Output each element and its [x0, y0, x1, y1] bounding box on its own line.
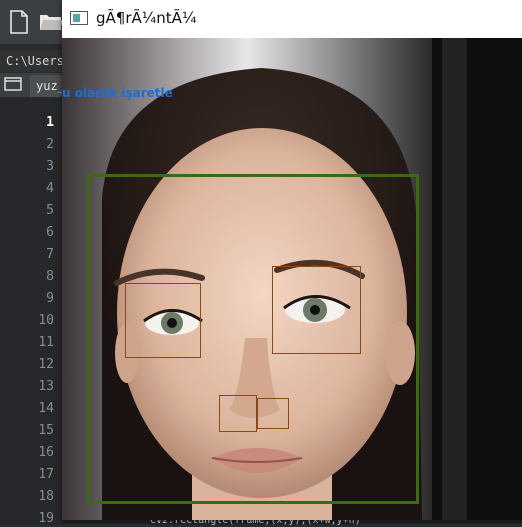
line-number: 9 — [46, 291, 54, 306]
window-app-icon — [70, 11, 88, 25]
line-number: 3 — [46, 159, 54, 174]
line-number: 16 — [38, 445, 54, 460]
folder-icon[interactable] — [4, 76, 24, 94]
line-number: 2 — [46, 137, 54, 152]
line-number: 14 — [38, 401, 54, 416]
window-title: gÃ¶rÃ¼ntÃ¼ — [96, 9, 197, 27]
line-number: 13 — [38, 379, 54, 394]
line-number: 7 — [46, 247, 54, 262]
right-nostril-box — [257, 398, 289, 429]
line-number-gutter: 1 2 3 4 5 6 7 8 9 10 11 12 13 14 15 16 1… — [0, 98, 62, 526]
line-number: 5 — [46, 203, 54, 218]
left-nostril-box — [219, 395, 257, 432]
image-window[interactable]: gÃ¶rÃ¼ntÃ¼ u olarak işaretle — [62, 0, 522, 520]
line-number: 12 — [38, 357, 54, 372]
open-folder-icon[interactable] — [38, 8, 64, 36]
line-number: 10 — [38, 313, 54, 328]
left-eye-box — [125, 283, 201, 358]
overlay-label: u olarak işaretle — [62, 86, 173, 100]
line-number: 11 — [38, 335, 54, 350]
line-number: 4 — [46, 181, 54, 196]
line-number: 15 — [38, 423, 54, 438]
window-titlebar[interactable]: gÃ¶rÃ¼ntÃ¼ — [62, 0, 522, 38]
line-number: 18 — [38, 489, 54, 504]
line-number: 17 — [38, 467, 54, 482]
line-number: 8 — [46, 269, 54, 284]
new-file-icon[interactable] — [6, 8, 32, 36]
line-number: 1 — [46, 115, 54, 130]
line-number: 6 — [46, 225, 54, 240]
right-eye-box — [272, 266, 361, 354]
camera-frame: u olarak işaretle — [62, 38, 522, 520]
